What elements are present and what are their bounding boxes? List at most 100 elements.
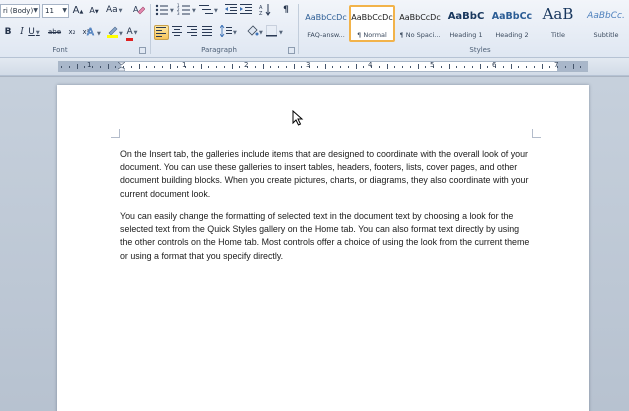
ruler-number: 5: [430, 61, 435, 69]
ruler-tick: [355, 64, 357, 69]
align-center-icon: [171, 26, 182, 36]
show-hide-button[interactable]: ¶: [280, 3, 292, 18]
multilevel-list-button[interactable]: ▼: [199, 3, 219, 18]
ruler-tick: [146, 66, 148, 68]
ruler-tick: [471, 66, 473, 68]
decrease-indent-button[interactable]: [225, 3, 238, 18]
paragraph-dialog-launcher[interactable]: [288, 47, 295, 54]
svg-text:3: 3: [177, 11, 180, 16]
svg-text:▼: ▼: [279, 30, 283, 36]
group-divider: [150, 4, 151, 54]
style-tile-subtitle[interactable]: AaBbCc. Subtitle: [583, 5, 629, 42]
decrease-indent-icon: [225, 4, 237, 14]
italic-button[interactable]: I: [16, 25, 28, 40]
ruler-tick: [518, 66, 520, 68]
ruler-tick: [394, 66, 396, 68]
sort-button[interactable]: AZ: [259, 3, 272, 18]
style-name: FAQ-answ...: [307, 31, 345, 39]
ruler-tick: [526, 66, 527, 68]
style-name: Heading 1: [449, 31, 483, 39]
svg-text:▼: ▼: [214, 8, 218, 14]
font-dialog-launcher[interactable]: [139, 47, 146, 54]
shrink-font-button[interactable]: A▼: [88, 3, 100, 18]
line-spacing-icon: ▼: [219, 24, 237, 38]
ruler-tick: [464, 66, 465, 68]
highlight-button[interactable]: ▼: [106, 25, 124, 40]
svg-text:▼: ▼: [97, 31, 101, 37]
sort-icon: AZ: [259, 4, 271, 17]
borders-button[interactable]: ▼: [266, 25, 284, 40]
numbering-icon: 1 2 3 ▼: [177, 3, 196, 16]
style-name: Title: [551, 31, 565, 39]
underline-button[interactable]: U▼: [28, 25, 40, 40]
document-page[interactable]: On the Insert tab, the galleries include…: [57, 85, 589, 411]
style-tile-title[interactable]: AaB Title: [535, 5, 581, 42]
align-right-button[interactable]: [186, 25, 198, 40]
font-size-combo[interactable]: 11 ▼: [42, 4, 69, 18]
svg-text:▼: ▼: [170, 8, 174, 14]
strikethrough-button[interactable]: abe: [48, 25, 61, 40]
style-tile-no-spacing[interactable]: AaBbCcDc ¶ No Spaci...: [397, 5, 443, 42]
svg-text:▼: ▼: [259, 30, 263, 36]
ruler-tick: [479, 64, 481, 69]
ruler-tick: [347, 66, 349, 68]
ruler-tick: [363, 66, 365, 68]
subscript-button[interactable]: x₂: [66, 25, 78, 40]
ruler-tick: [254, 66, 256, 68]
style-tile-faq-answer[interactable]: AaBbCcDc FAQ-answ...: [303, 5, 349, 42]
ruler-tick: [409, 66, 411, 68]
align-left-button[interactable]: [154, 25, 169, 40]
bold-icon: B: [4, 27, 12, 37]
svg-text:▼: ▼: [119, 31, 123, 37]
increase-indent-icon: [240, 4, 252, 14]
bold-button[interactable]: B: [2, 25, 14, 40]
change-case-icon: Aa: [106, 5, 118, 15]
ruler-tick: [580, 66, 582, 68]
font-color-button[interactable]: A▼: [126, 25, 138, 41]
numbering-button[interactable]: 1 2 3 ▼: [177, 3, 197, 18]
bullets-button[interactable]: ▼: [155, 3, 175, 18]
style-preview: AaBbCcDc: [399, 13, 441, 22]
clear-formatting-button[interactable]: A: [132, 3, 146, 18]
ruler-tick: [502, 66, 504, 68]
ruler-tick: [123, 66, 124, 68]
ruler-number: 7: [554, 61, 559, 69]
line-spacing-button[interactable]: ▼: [219, 24, 238, 40]
ruler-tick: [138, 64, 140, 69]
ruler-tick: [402, 66, 403, 68]
italic-icon: I: [20, 27, 24, 37]
style-tile-heading-1[interactable]: AaBbC Heading 1: [443, 5, 489, 42]
ruler-tick: [99, 66, 101, 68]
text-effects-icon: A ▼: [87, 27, 101, 39]
ruler-number: 2: [244, 61, 249, 69]
ruler-tick: [231, 64, 233, 69]
grow-font-button[interactable]: A▲: [72, 3, 84, 18]
ruler-tick: [324, 64, 326, 69]
justify-button[interactable]: [201, 25, 213, 40]
ruler-tick: [216, 66, 217, 68]
style-tile-heading-2[interactable]: AaBbCc Heading 2: [489, 5, 535, 42]
align-right-icon: [186, 26, 197, 36]
style-name: ¶ Normal: [357, 31, 387, 39]
style-name: Heading 2: [495, 31, 529, 39]
document-paragraph-2[interactable]: You can easily change the formatting of …: [120, 210, 530, 263]
strikethrough-icon: abe: [48, 28, 62, 36]
document-paragraph-1[interactable]: On the Insert tab, the galleries include…: [120, 148, 530, 201]
ruler-tick: [68, 66, 70, 68]
ruler-tick: [301, 66, 303, 68]
increase-indent-button[interactable]: [240, 3, 253, 18]
font-name-combo[interactable]: ri (Body) ▼: [0, 4, 40, 18]
text-effects-button[interactable]: A ▼: [86, 25, 102, 40]
horizontal-ruler[interactable]: 1 1 2 3 4 5 6 7: [58, 61, 588, 72]
ruler-tick: [456, 66, 458, 68]
style-tile-normal[interactable]: AaBbCcDc ¶ Normal: [349, 5, 395, 42]
mouse-pointer-icon: [292, 110, 304, 126]
ruler-tick: [270, 66, 272, 68]
shading-button[interactable]: ▼: [246, 25, 264, 40]
change-case-button[interactable]: Aa▼: [106, 3, 123, 18]
chevron-down-icon: ▼: [62, 7, 67, 14]
ruler-tick: [440, 66, 442, 68]
ruler-tick: [378, 66, 380, 68]
ruler-tick: [154, 66, 155, 68]
align-center-button[interactable]: [171, 25, 183, 40]
